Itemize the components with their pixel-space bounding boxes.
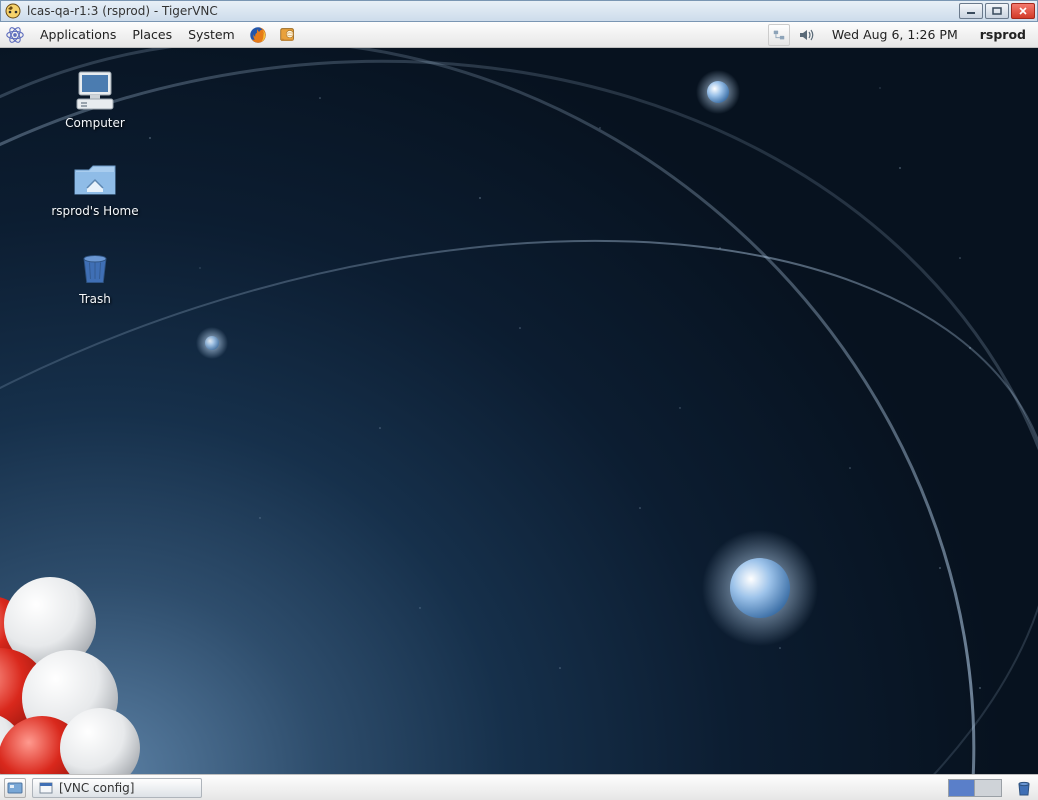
vnc-window-titlebar: lcas-qa-r1:3 (rsprod) - TigerVNC [0, 0, 1038, 22]
workspace-2[interactable] [975, 780, 1001, 796]
help-launcher-icon[interactable] [277, 24, 299, 46]
firefox-launcher-icon[interactable] [247, 24, 269, 46]
show-desktop-button[interactable] [4, 778, 26, 798]
desktop-icon-trash[interactable]: Trash [40, 246, 150, 306]
distro-menu-icon[interactable] [4, 24, 26, 46]
maximize-button[interactable] [985, 3, 1009, 19]
close-button[interactable] [1011, 3, 1035, 19]
desktop-icon-label: Trash [79, 292, 111, 306]
remote-desktop: Applications Places System [0, 22, 1038, 800]
desktop-icons: Computer rsprod's Home [40, 70, 150, 306]
window-icon [39, 781, 53, 795]
desktop-icon-label: rsprod's Home [51, 204, 138, 218]
gnome-bottom-panel: [VNC config] [0, 774, 1038, 800]
desktop-icon-label: Computer [65, 116, 125, 130]
volume-tray-icon[interactable] [796, 24, 818, 46]
clock[interactable]: Wed Aug 6, 1:26 PM [824, 27, 966, 42]
taskbar-item-label: [VNC config] [59, 781, 134, 795]
trash-icon [71, 246, 119, 288]
desktop-background[interactable]: Computer rsprod's Home [0, 48, 1038, 774]
menu-system[interactable]: System [180, 23, 243, 46]
desktop-icon-home[interactable]: rsprod's Home [40, 158, 150, 218]
home-folder-icon [71, 158, 119, 200]
tigervnc-icon [5, 3, 21, 19]
panel-trash-applet[interactable] [1014, 778, 1034, 798]
user-menu[interactable]: rsprod [972, 27, 1034, 42]
workspace-1[interactable] [949, 780, 975, 796]
computer-icon [71, 70, 119, 112]
desktop-icon-computer[interactable]: Computer [40, 70, 150, 130]
vnc-window-title: lcas-qa-r1:3 (rsprod) - TigerVNC [27, 4, 218, 18]
workspace-switcher [948, 779, 1002, 797]
window-controls [959, 3, 1035, 19]
network-tray-icon[interactable] [768, 24, 790, 46]
taskbar-item-vnc-config[interactable]: [VNC config] [32, 778, 202, 798]
minimize-button[interactable] [959, 3, 983, 19]
menu-applications[interactable]: Applications [32, 23, 124, 46]
gnome-top-panel: Applications Places System [0, 22, 1038, 48]
menu-places[interactable]: Places [124, 23, 180, 46]
